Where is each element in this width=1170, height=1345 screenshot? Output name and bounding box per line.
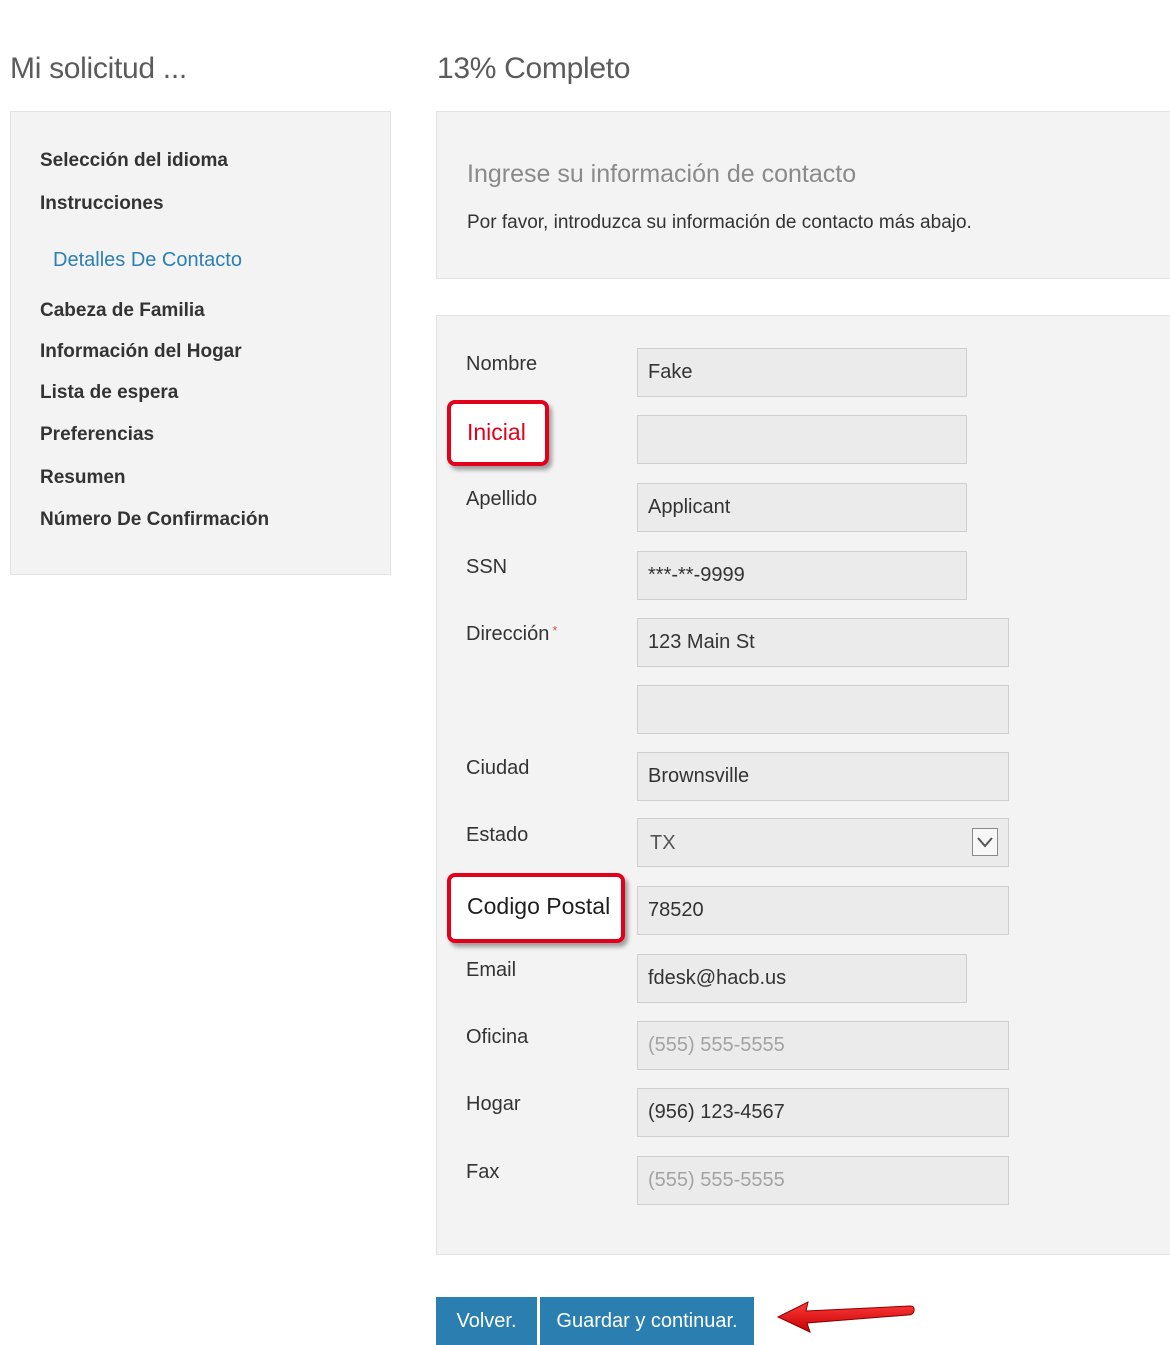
save-continue-button[interactable]: Guardar y continuar. (540, 1297, 754, 1345)
direccion-line2-field[interactable] (637, 685, 1009, 734)
back-button[interactable]: Volver. (436, 1297, 537, 1345)
sidebar-item-instructions[interactable]: Instrucciones (40, 193, 164, 215)
apellido-label: Apellido (466, 488, 538, 510)
required-mark: * (552, 623, 558, 638)
direccion-label: Dirección * (466, 623, 557, 646)
codigo-postal-field[interactable] (637, 886, 1009, 935)
direccion-field[interactable] (637, 618, 1009, 667)
estado-label: Estado (466, 824, 529, 846)
sidebar-item-head-of-household[interactable]: Cabeza de Familia (40, 300, 205, 322)
ciudad-label: Ciudad (466, 757, 530, 779)
estado-selected-value: TX (650, 832, 676, 854)
direccion-label-text: Dirección (466, 623, 550, 645)
codigo-postal-label: Codigo Postal (467, 893, 611, 919)
oficina-label: Oficina (466, 1026, 529, 1048)
sidebar-item-contact-details[interactable]: Detalles De Contacto (53, 249, 242, 272)
email-field[interactable] (637, 954, 967, 1003)
hogar-phone-field[interactable] (637, 1088, 1009, 1137)
arrow-left-icon (776, 1301, 915, 1333)
progress-title: 13% Completo (437, 52, 631, 85)
nombre-field[interactable] (637, 348, 967, 397)
apellido-field[interactable] (637, 483, 967, 532)
fax-field[interactable] (637, 1156, 1009, 1205)
ssn-field[interactable] (637, 551, 967, 600)
nombre-label: Nombre (466, 353, 538, 375)
fax-label: Fax (466, 1161, 500, 1183)
ssn-label: SSN (466, 556, 508, 578)
sidebar-item-language[interactable]: Selección del idioma (40, 150, 228, 172)
chevron-down-icon[interactable] (972, 828, 998, 856)
sidebar-item-household-info[interactable]: Información del Hogar (40, 341, 242, 363)
sidebar-item-confirmation-number[interactable]: Número De Confirmación (40, 509, 269, 531)
sidebar-item-preferences[interactable]: Preferencias (40, 424, 154, 446)
sidebar-item-waiting-list[interactable]: Lista de espera (40, 382, 178, 404)
hogar-label: Hogar (466, 1093, 521, 1115)
estado-select[interactable]: TX (637, 818, 1009, 867)
inicial-label: Inicial (467, 419, 526, 445)
section-instructions: Por favor, introduzca su información de … (467, 212, 972, 233)
inicial-field[interactable] (637, 415, 967, 464)
sidebar-item-summary[interactable]: Resumen (40, 467, 126, 489)
email-label: Email (466, 959, 517, 981)
intro-panel: Ingrese su información de contacto Por f… (436, 111, 1170, 279)
ciudad-field[interactable] (637, 752, 1009, 801)
section-title: Ingrese su información de contacto (467, 160, 857, 188)
oficina-phone-field[interactable] (637, 1021, 1009, 1070)
page-title: Mi solicitud ... (10, 52, 187, 85)
